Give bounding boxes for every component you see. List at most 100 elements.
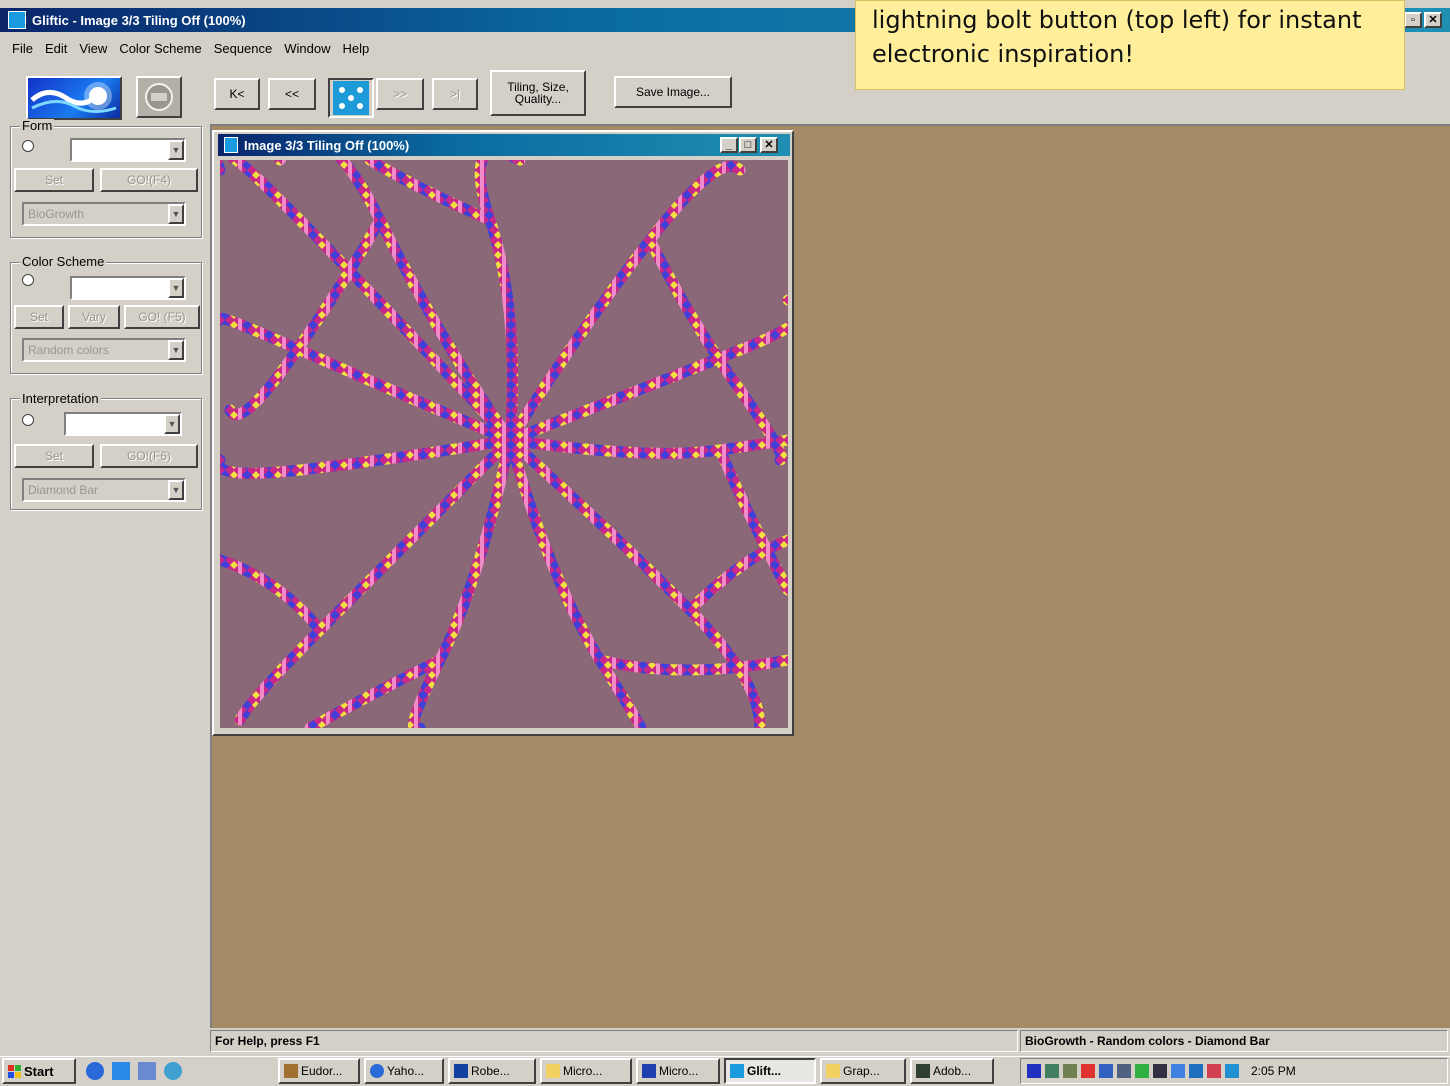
interpretation-go-button[interactable]: GO!(F6) <box>100 444 198 468</box>
interpretation-custom-select[interactable]: ▼ <box>64 412 182 436</box>
restore-icon[interactable]: ▫ <box>1404 12 1422 28</box>
menu-window[interactable]: Window <box>284 41 330 56</box>
logo-icon <box>145 83 173 111</box>
show-desktop-icon[interactable] <box>138 1062 156 1080</box>
tray-search-icon[interactable] <box>1189 1064 1203 1078</box>
image-canvas[interactable] <box>220 160 788 728</box>
prev-image-button[interactable]: << <box>268 78 316 110</box>
tray-clock[interactable]: 2:05 PM <box>1251 1064 1296 1078</box>
gliftic-icon <box>730 1064 744 1078</box>
task-label: Micro... <box>659 1064 699 1078</box>
task-eudora[interactable]: Eudor... <box>278 1058 360 1084</box>
task-robe[interactable]: Robe... <box>448 1058 536 1084</box>
task-gliftic[interactable]: Glift... <box>724 1058 816 1084</box>
app-window-controls: ▫ ✕ <box>1404 12 1442 28</box>
internet-explorer-icon[interactable] <box>86 1062 104 1080</box>
tray-network-icon[interactable] <box>1045 1064 1059 1078</box>
chevron-down-icon[interactable]: ▼ <box>168 278 184 298</box>
color-scheme-radio[interactable] <box>22 274 34 286</box>
chevron-down-icon[interactable]: ▼ <box>168 204 184 224</box>
child-window-icon[interactable] <box>224 137 238 153</box>
color-scheme-set-label: Set <box>29 310 48 324</box>
callout-text: lightning bolt button (top left) for ins… <box>872 6 1362 68</box>
interpretation-select-value: Diamond Bar <box>28 483 99 497</box>
tray-tool-icon[interactable] <box>1063 1064 1077 1078</box>
tiling-size-quality-label: Tiling, Size, Quality... <box>507 80 569 106</box>
interpretation-set-button[interactable]: Set <box>14 444 94 468</box>
quick-launch <box>86 1062 182 1080</box>
task-yahoo[interactable]: Yaho... <box>364 1058 444 1084</box>
task-micro-folder[interactable]: Micro... <box>540 1058 632 1084</box>
word-icon <box>642 1064 656 1078</box>
color-scheme-go-label: GO! (F5) <box>138 310 186 324</box>
tray-paint-icon[interactable] <box>1207 1064 1221 1078</box>
outlook-express-icon[interactable] <box>112 1062 130 1080</box>
close-icon[interactable]: ✕ <box>1424 12 1442 28</box>
tray-refresh-icon[interactable] <box>1171 1064 1185 1078</box>
status-help-text: For Help, press F1 <box>215 1034 320 1048</box>
form-radio[interactable] <box>22 140 34 152</box>
interpretation-radio[interactable] <box>22 414 34 426</box>
task-label: Eudor... <box>301 1064 343 1078</box>
tiling-size-quality-button[interactable]: Tiling, Size, Quality... <box>490 70 586 116</box>
system-tray: 2:05 PM <box>1020 1058 1448 1084</box>
color-scheme-select[interactable]: Random colors ▼ <box>22 338 186 362</box>
channels-icon[interactable] <box>164 1062 182 1080</box>
tray-battery-icon[interactable] <box>1135 1064 1149 1078</box>
tray-x-icon[interactable] <box>1081 1064 1095 1078</box>
color-scheme-group-label: Color Scheme <box>20 254 107 269</box>
first-image-label: K< <box>229 87 245 101</box>
menu-bar: File Edit View Color Scheme Sequence Win… <box>12 38 381 58</box>
color-scheme-vary-button[interactable]: Vary <box>68 305 120 329</box>
tile-view-button[interactable] <box>328 78 374 118</box>
color-scheme-go-button[interactable]: GO! (F5) <box>124 305 200 329</box>
gliftic-logo-button[interactable] <box>136 76 182 118</box>
eudora-icon <box>284 1064 298 1078</box>
last-image-button[interactable]: >| <box>432 78 478 110</box>
maximize-icon[interactable]: □ <box>739 137 757 153</box>
prev-image-label: << <box>284 87 299 101</box>
first-image-button[interactable]: K< <box>214 78 260 110</box>
color-scheme-custom-select[interactable]: ▼ <box>70 276 186 300</box>
form-set-button[interactable]: Set <box>14 168 94 192</box>
app-icon <box>454 1064 468 1078</box>
tray-mail-icon[interactable] <box>1099 1064 1113 1078</box>
minimize-icon[interactable]: _ <box>720 137 738 153</box>
form-go-button[interactable]: GO!(F4) <box>100 168 198 192</box>
form-custom-select[interactable]: ▼ <box>70 138 186 162</box>
task-adobe[interactable]: Adob... <box>910 1058 994 1084</box>
next-image-label: >> <box>392 87 407 101</box>
form-select[interactable]: BioGrowth ▼ <box>22 202 186 226</box>
next-image-button[interactable]: >> <box>376 78 424 110</box>
child-window-title: Image 3/3 Tiling Off (100%) <box>244 137 410 153</box>
tray-camera-icon[interactable] <box>1153 1064 1167 1078</box>
save-image-label: Save Image... <box>635 85 711 99</box>
task-micro-word[interactable]: Micro... <box>636 1058 720 1084</box>
task-label: Micro... <box>563 1064 603 1078</box>
menu-color-scheme[interactable]: Color Scheme <box>119 41 201 56</box>
chevron-down-icon[interactable]: ▼ <box>168 140 184 160</box>
close-icon[interactable]: ✕ <box>760 137 778 153</box>
menu-help[interactable]: Help <box>343 41 370 56</box>
menu-file[interactable]: File <box>12 41 33 56</box>
task-label: Grap... <box>843 1064 880 1078</box>
menu-view[interactable]: View <box>79 41 107 56</box>
color-scheme-set-button[interactable]: Set <box>14 305 64 329</box>
chevron-down-icon[interactable]: ▼ <box>164 414 180 434</box>
tray-speaker-icon[interactable] <box>1225 1064 1239 1078</box>
form-group-label: Form <box>20 118 55 133</box>
chevron-down-icon[interactable]: ▼ <box>168 480 184 500</box>
menu-sequence[interactable]: Sequence <box>214 41 273 56</box>
start-button[interactable]: Start <box>2 1058 76 1084</box>
menu-edit[interactable]: Edit <box>45 41 67 56</box>
tray-antivirus-icon[interactable] <box>1027 1064 1041 1078</box>
status-summary-text: BioGrowth - Random colors - Diamond Bar <box>1025 1034 1270 1048</box>
app-icon[interactable] <box>8 11 26 29</box>
tray-monitor-icon[interactable] <box>1117 1064 1131 1078</box>
interpretation-select[interactable]: Diamond Bar ▼ <box>22 478 186 502</box>
color-scheme-vary-label: Vary <box>82 310 106 324</box>
save-image-button[interactable]: Save Image... <box>614 76 732 108</box>
task-graphics-folder[interactable]: Grap... <box>820 1058 906 1084</box>
chevron-down-icon[interactable]: ▼ <box>168 340 184 360</box>
lightning-bolt-button[interactable] <box>26 76 122 120</box>
